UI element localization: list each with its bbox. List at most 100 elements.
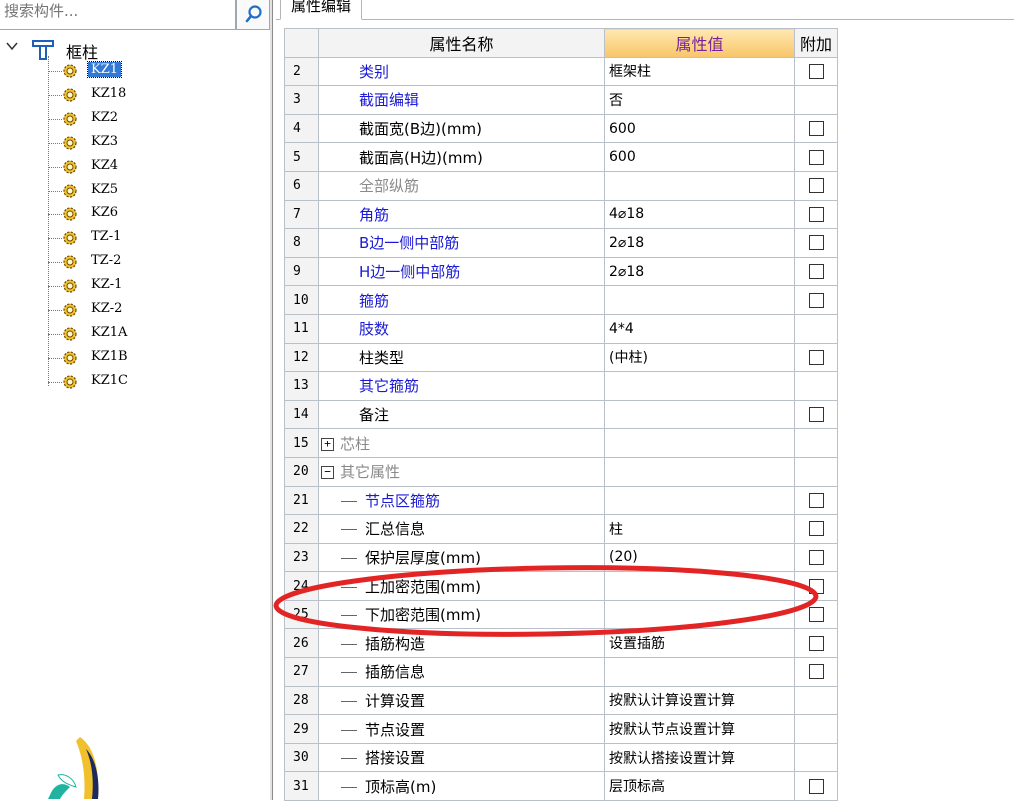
property-row[interactable]: 11 肢数 4*4 [284,313,838,344]
property-row[interactable]: 31 顶标高(m) 层顶标高 [284,771,838,801]
tree-item[interactable]: KZ1 [48,60,248,83]
property-value-cell[interactable]: 层顶标高 [604,771,795,801]
property-name-cell[interactable]: 全部纵筋 [318,170,605,201]
attach-checkbox[interactable] [808,121,824,137]
property-value-cell[interactable] [604,571,795,601]
property-row[interactable]: 15 + 芯柱 [284,428,838,458]
property-value-cell[interactable]: 框架柱 [604,56,795,87]
property-value-cell[interactable] [604,428,795,458]
property-row[interactable]: 3 截面编辑 否 [284,85,838,115]
property-name-cell[interactable]: − 其它属性 [318,456,605,487]
attach-checkbox[interactable] [808,549,824,565]
property-name-cell[interactable]: 其它箍筋 [318,371,605,401]
property-value-cell[interactable]: 600 [604,142,795,172]
tree-root-frame-column[interactable]: 框柱 [6,38,206,62]
attach-checkbox[interactable] [808,664,824,680]
property-name-cell[interactable]: 搭接设置 [318,742,605,773]
attach-checkbox[interactable] [808,178,824,194]
property-row[interactable]: 28 计算设置 按默认计算设置计算 [284,685,838,716]
property-row[interactable]: 13 其它箍筋 [284,371,838,401]
property-name-cell[interactable]: 保护层厚度(mm) [318,542,605,573]
property-name-cell[interactable]: 备注 [318,399,605,430]
property-name-cell[interactable]: 截面高(H边)(mm) [318,142,605,172]
tree-item[interactable]: KZ3 [48,132,248,155]
tree-item[interactable]: KZ1B [48,347,248,370]
property-value-cell[interactable] [604,657,795,687]
property-name-cell[interactable]: H边一侧中部筋 [318,256,605,287]
attach-checkbox[interactable] [808,778,824,794]
property-name-cell[interactable]: 上加密范围(mm) [318,571,605,601]
attach-checkbox[interactable] [808,235,824,251]
property-row[interactable]: 14 备注 [284,399,838,430]
property-value-cell[interactable]: (中柱) [604,342,795,373]
property-row[interactable]: 29 节点设置 按默认节点设置计算 [284,714,838,744]
search-input[interactable] [0,0,234,28]
property-row[interactable]: 27 插筋信息 [284,657,838,687]
property-value-cell[interactable]: 否 [604,85,795,115]
tree-item[interactable]: TZ-2 [48,251,248,274]
property-row[interactable]: 12 柱类型 (中柱) [284,342,838,373]
property-name-cell[interactable]: B边一侧中部筋 [318,228,605,258]
property-name-cell[interactable]: 柱类型 [318,342,605,373]
property-value-cell[interactable]: 2⌀18 [604,228,795,258]
property-name-cell[interactable]: 顶标高(m) [318,771,605,801]
property-name-cell[interactable]: 截面编辑 [318,85,605,115]
property-name-header[interactable]: 属性名称 [318,28,605,58]
tree-item[interactable]: KZ-1 [48,275,248,298]
property-name-cell[interactable]: 插筋信息 [318,657,605,687]
property-row[interactable]: 8 B边一侧中部筋 2⌀18 [284,228,838,258]
property-value-cell[interactable] [604,399,795,430]
attach-checkbox[interactable] [808,349,824,365]
expand-icon[interactable]: + [321,437,334,451]
attach-checkbox[interactable] [808,407,824,423]
tree-item[interactable]: KZ-2 [48,299,248,322]
property-value-cell[interactable]: 4⌀18 [604,199,795,230]
property-name-cell[interactable]: 角筋 [318,199,605,230]
property-name-cell[interactable]: 插筋构造 [318,628,605,659]
attach-checkbox[interactable] [808,292,824,308]
property-row[interactable]: 4 截面宽(B边)(mm) 600 [284,113,838,144]
attach-checkbox[interactable] [808,578,824,594]
tree-item[interactable]: KZ1A [48,323,248,346]
attach-checkbox[interactable] [808,149,824,165]
property-value-cell[interactable]: (20) [604,542,795,573]
property-name-cell[interactable]: 下加密范围(mm) [318,599,605,630]
property-row[interactable]: 2 类别 框架柱 [284,56,838,87]
property-name-cell[interactable]: 箍筋 [318,285,605,315]
property-row[interactable]: 26 插筋构造 设置插筋 [284,628,838,659]
property-value-cell[interactable]: 按默认计算设置计算 [604,685,795,716]
property-value-cell[interactable] [604,371,795,401]
property-name-cell[interactable]: 肢数 [318,313,605,344]
property-row[interactable]: 30 搭接设置 按默认搭接设置计算 [284,742,838,773]
tree-item[interactable]: KZ6 [48,203,248,226]
property-row[interactable]: 23 保护层厚度(mm) (20) [284,542,838,573]
property-value-cell[interactable] [604,170,795,201]
tree-item[interactable]: KZ1C [48,371,248,394]
attach-checkbox[interactable] [808,607,824,623]
property-value-cell[interactable] [604,485,795,516]
tree-item[interactable]: TZ-1 [48,227,248,250]
property-value-cell[interactable]: 4*4 [604,313,795,344]
property-row[interactable]: 24 上加密范围(mm) [284,571,838,601]
property-row[interactable]: 7 角筋 4⌀18 [284,199,838,230]
property-row[interactable]: 5 截面高(H边)(mm) 600 [284,142,838,172]
property-value-cell[interactable]: 600 [604,113,795,144]
property-value-cell[interactable]: 设置插筋 [604,628,795,659]
tree-item[interactable]: KZ2 [48,108,248,131]
attach-checkbox[interactable] [808,521,824,537]
property-name-cell[interactable]: 截面宽(B边)(mm) [318,113,605,144]
property-value-cell[interactable]: 2⌀18 [604,256,795,287]
property-value-cell[interactable]: 按默认搭接设置计算 [604,742,795,773]
chevron-down-icon[interactable] [6,40,18,56]
attach-checkbox[interactable] [808,635,824,651]
property-row[interactable]: 21 节点区箍筋 [284,485,838,516]
attach-checkbox[interactable] [808,63,824,79]
property-value-cell[interactable] [604,285,795,315]
attach-header[interactable]: 附加 [794,28,838,58]
property-row[interactable]: 9 H边一侧中部筋 2⌀18 [284,256,838,287]
tree-item[interactable]: KZ5 [48,180,248,203]
property-value-header[interactable]: 属性值 [604,28,795,58]
property-value-cell[interactable]: 柱 [604,514,795,544]
property-row[interactable]: 10 箍筋 [284,285,838,315]
property-value-cell[interactable] [604,456,795,487]
